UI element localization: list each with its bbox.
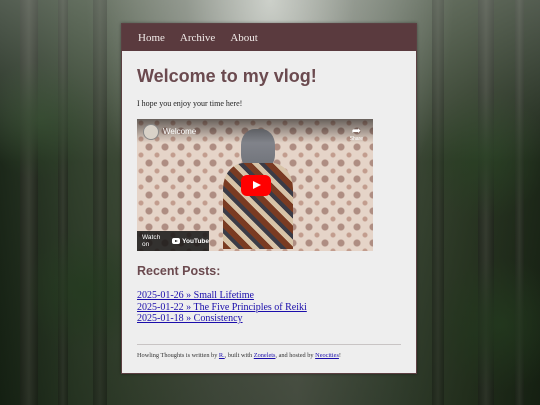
post-link[interactable]: 2025-01-26 » Small Lifetime [137,290,254,301]
footer: Howling Thoughts is written by R., built… [137,352,342,359]
post-link[interactable]: 2025-01-18 » Consistency [137,313,243,324]
list-item: 2025-01-26 » Small Lifetime [137,290,416,302]
watch-on-youtube-button[interactable]: Watch on YouTube [137,231,209,251]
video-embed[interactable]: Welcome ➦ Share Watch on YouTube [137,119,373,251]
content-panel: Home Archive About Welcome to my vlog! I… [121,23,417,374]
watch-on-label: Watch on [142,234,161,248]
youtube-label: YouTube [182,237,209,245]
play-button[interactable] [241,175,271,196]
youtube-play-icon [172,238,181,244]
footer-divider [137,344,401,345]
nav-about-link[interactable]: About [230,32,258,44]
nav-home-link[interactable]: Home [138,32,165,44]
intro-text: I hope you enjoy your time here! [137,99,243,108]
recent-posts-list: 2025-01-26 » Small Lifetime 2025-01-22 »… [137,290,416,325]
neocities-link[interactable]: Neocities [315,352,339,359]
nav-archive-link[interactable]: Archive [180,32,215,44]
zonelets-link[interactable]: Zonelets [254,352,276,359]
top-nav: Home Archive About [122,24,416,51]
video-title[interactable]: Welcome [163,127,196,136]
channel-avatar[interactable] [143,124,159,140]
youtube-logo: YouTube [172,238,209,245]
list-item: 2025-01-22 » The Five Principles of Reik… [137,302,416,314]
share-label[interactable]: Share [350,136,363,142]
post-link[interactable]: 2025-01-22 » The Five Principles of Reik… [137,302,307,313]
list-item: 2025-01-18 » Consistency [137,313,416,325]
recent-posts-heading: Recent Posts: [137,264,221,278]
page-title: Welcome to my vlog! [137,66,317,86]
